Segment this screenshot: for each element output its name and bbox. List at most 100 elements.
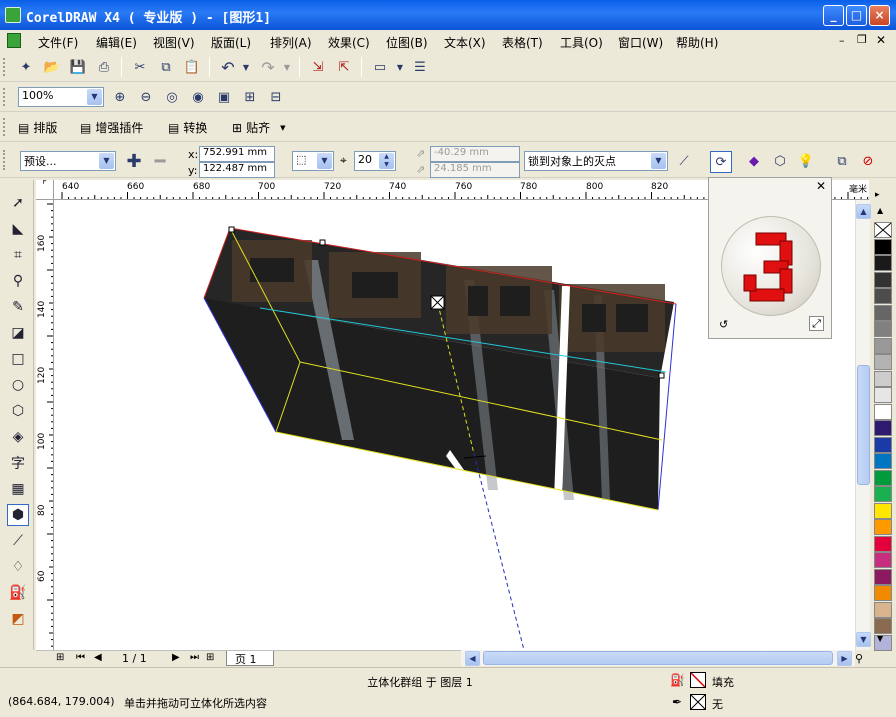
- palette-swatch[interactable]: [874, 255, 892, 271]
- y-position-field[interactable]: 122.487 mm: [199, 162, 275, 178]
- palette-swatch[interactable]: [874, 469, 892, 486]
- extrusion-type-select[interactable]: ⬚ ▼: [292, 151, 334, 171]
- toolbar-grip[interactable]: [3, 58, 7, 76]
- export-icon[interactable]: ⇱: [334, 57, 354, 77]
- outline-tool-icon[interactable]: ♢: [7, 556, 29, 578]
- align-plugin-button[interactable]: ⊞ 贴齐 ▼: [232, 119, 285, 136]
- vanishing-point-lock-select[interactable]: 锁到对象上的灭点 ▼: [524, 151, 668, 171]
- first-page-icon[interactable]: ⏮: [76, 652, 85, 663]
- zoom-page-icon[interactable]: ▣: [214, 87, 234, 107]
- palette-swatch[interactable]: [874, 403, 892, 420]
- menu-text[interactable]: 文本(X): [444, 34, 486, 51]
- layout-plugin-button[interactable]: ▤ 排版: [18, 119, 57, 136]
- application-launcher-icon[interactable]: ▭: [370, 57, 390, 77]
- undo-icon[interactable]: ↶: [218, 57, 238, 77]
- close-button[interactable]: ×: [869, 5, 890, 26]
- no-color-swatch[interactable]: [874, 222, 892, 238]
- menu-edit[interactable]: 编辑(E): [96, 34, 137, 51]
- scroll-right-icon[interactable]: ▶: [837, 651, 852, 666]
- menu-arrange[interactable]: 排列(A): [270, 34, 312, 51]
- zoom-out-icon[interactable]: ⊖: [136, 87, 156, 107]
- remove-preset-icon[interactable]: ━: [150, 151, 170, 172]
- menu-file[interactable]: 文件(F): [38, 34, 78, 51]
- interactive-extrude-tool-icon[interactable]: ⬢: [7, 504, 29, 526]
- palette-swatch[interactable]: [874, 601, 892, 618]
- horizontal-scroll-thumb[interactable]: [483, 651, 833, 665]
- scroll-left-icon[interactable]: ◀: [465, 651, 480, 666]
- doc-close-icon[interactable]: ✕: [876, 33, 886, 47]
- selection-handle[interactable]: [228, 226, 235, 233]
- zoom-height-icon[interactable]: ⊟: [266, 87, 286, 107]
- palette-swatch[interactable]: [874, 288, 892, 304]
- palette-swatch[interactable]: [874, 436, 892, 453]
- toolbar-grip[interactable]: [3, 88, 7, 106]
- vertical-scroll-thumb[interactable]: [857, 365, 870, 485]
- interactive-fill-tool-icon[interactable]: ◩: [7, 608, 29, 630]
- toolbar-grip[interactable]: [3, 118, 7, 136]
- doc-restore-icon[interactable]: ❐: [857, 33, 867, 46]
- menu-layout[interactable]: 版面(L): [211, 34, 251, 51]
- rotation-values-icon[interactable]: ⤢: [809, 316, 824, 331]
- rotation-sphere[interactable]: [721, 216, 821, 316]
- crop-tool-icon[interactable]: ⌗: [7, 244, 29, 266]
- table-tool-icon[interactable]: ▦: [7, 478, 29, 500]
- pick-tool-icon[interactable]: ➚: [7, 192, 29, 214]
- extrusion-bevel-icon[interactable]: ⬡: [770, 151, 790, 171]
- fill-none-swatch[interactable]: [690, 672, 706, 688]
- palette-swatch[interactable]: [874, 370, 892, 387]
- eyedropper-tool-icon[interactable]: ⟋: [7, 530, 29, 552]
- palette-swatch[interactable]: [874, 337, 892, 354]
- launcher-dropdown-icon[interactable]: ▼: [390, 57, 410, 77]
- palette-swatch[interactable]: [874, 387, 892, 403]
- vanishing-point-x-field[interactable]: -40.29 mm: [430, 146, 520, 162]
- zoom-selected-icon[interactable]: ◎: [162, 87, 182, 107]
- print-icon[interactable]: ⎙: [94, 57, 114, 77]
- last-page-icon[interactable]: ⏭: [190, 652, 199, 663]
- palette-swatch[interactable]: [874, 535, 892, 552]
- palette-swatch[interactable]: [874, 238, 892, 255]
- zoom-width-icon[interactable]: ⊞: [240, 87, 260, 107]
- text-tool-icon[interactable]: 字: [7, 452, 29, 474]
- import-icon[interactable]: ⇲: [308, 57, 328, 77]
- new-icon[interactable]: ✦: [16, 57, 36, 77]
- palette-swatch[interactable]: [874, 585, 892, 601]
- spinner-arrows-icon[interactable]: ▲ ▼: [379, 153, 394, 169]
- convert-plugin-button[interactable]: ▤ 转换: [168, 119, 207, 136]
- fill-tool-icon[interactable]: ⛽: [7, 582, 29, 604]
- x-position-field[interactable]: 752.991 mm: [199, 146, 275, 162]
- vertical-ruler[interactable]: 160 140 120 100 80 60: [36, 200, 54, 650]
- selection-handle[interactable]: [319, 239, 326, 246]
- extrusion-lighting-icon[interactable]: 💡: [796, 151, 816, 171]
- vanishing-point-y-field[interactable]: 24.185 mm: [430, 162, 520, 178]
- palette-scroll-down-icon[interactable]: ▼: [877, 634, 883, 643]
- navigator-icon[interactable]: ⚲: [855, 652, 863, 665]
- menu-table[interactable]: 表格(T): [502, 34, 543, 51]
- depth-spinner[interactable]: 20 ▲ ▼: [354, 151, 396, 171]
- palette-swatch[interactable]: [874, 568, 892, 585]
- doc-minimize-icon[interactable]: –: [839, 34, 845, 47]
- menu-window[interactable]: 窗口(W): [618, 34, 663, 51]
- freehand-tool-icon[interactable]: ✎: [7, 296, 29, 318]
- enhance-plugin-button[interactable]: ▤ 增强插件: [80, 119, 143, 136]
- maximize-button[interactable]: □: [846, 5, 867, 26]
- menu-effects[interactable]: 效果(C): [328, 34, 370, 51]
- save-icon[interactable]: 💾: [68, 57, 88, 77]
- copy-extrusion-icon[interactable]: ⧉: [832, 151, 852, 171]
- palette-swatch[interactable]: [874, 420, 892, 436]
- palette-swatch[interactable]: [874, 304, 892, 321]
- menu-tools[interactable]: 工具(O): [560, 34, 603, 51]
- palette-swatch[interactable]: [874, 354, 892, 370]
- open-icon[interactable]: 📂: [42, 57, 62, 77]
- options-icon[interactable]: ☰: [410, 57, 430, 77]
- next-page-icon[interactable]: ▶: [172, 652, 180, 663]
- copy-icon[interactable]: ⧉: [156, 57, 176, 77]
- extrusion-color-icon[interactable]: ◆: [744, 151, 764, 171]
- palette-swatch[interactable]: [874, 502, 892, 519]
- zoom-in-icon[interactable]: ⊕: [110, 87, 130, 107]
- zoom-tool-icon[interactable]: ⚲: [7, 270, 29, 292]
- close-icon[interactable]: ✕: [816, 179, 826, 193]
- toolbar-grip[interactable]: [3, 150, 7, 170]
- palette-swatch[interactable]: [874, 618, 892, 634]
- smart-fill-tool-icon[interactable]: ◪: [7, 322, 29, 344]
- basic-shapes-tool-icon[interactable]: ◈: [7, 426, 29, 448]
